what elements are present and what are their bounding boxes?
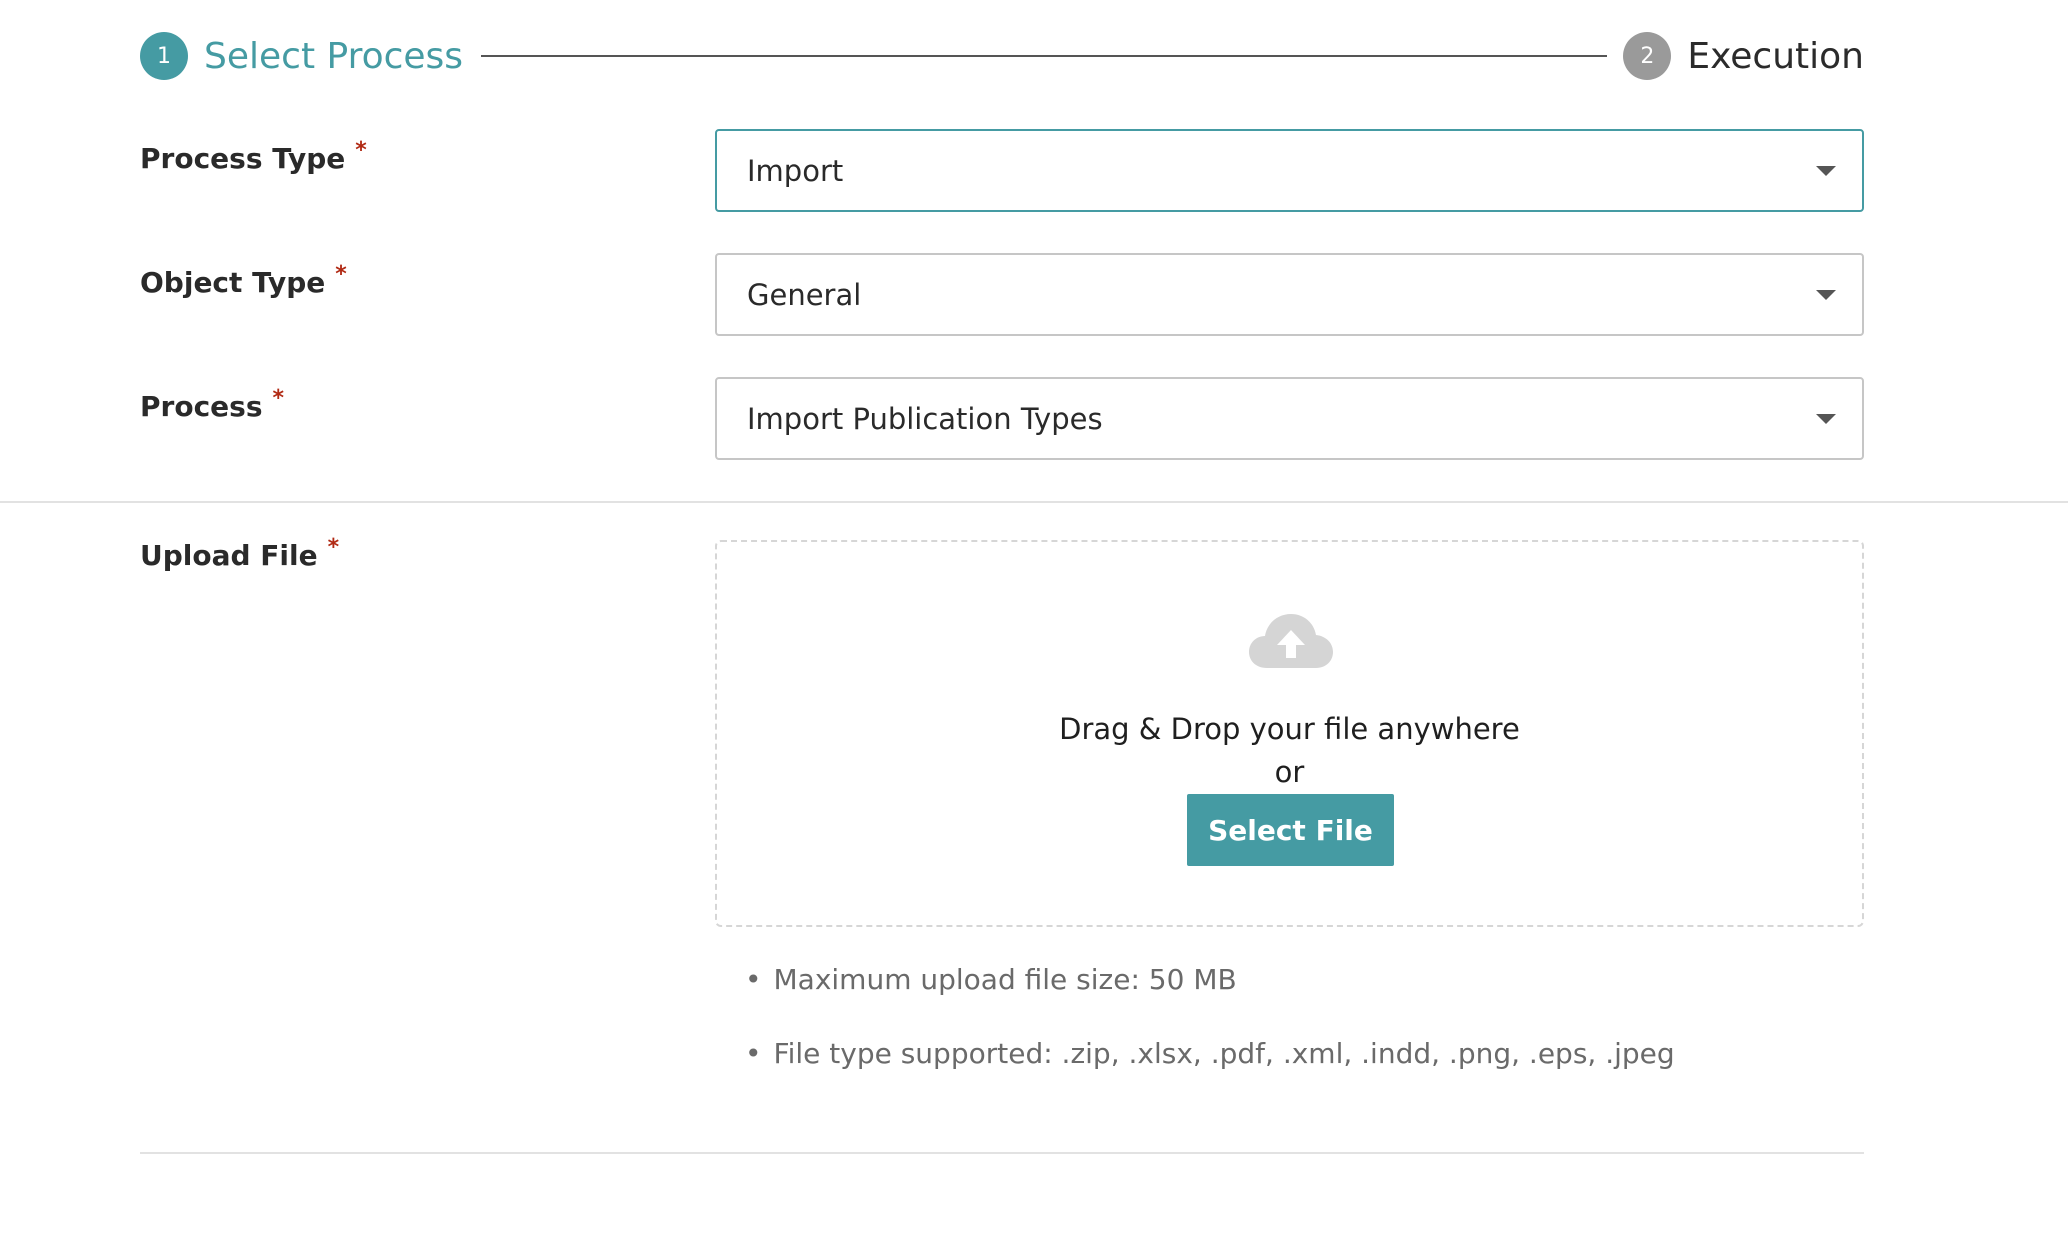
object-type-select[interactable]: General (715, 253, 1864, 336)
object-type-label-text: Object Type (140, 266, 326, 299)
file-types-hint: File type supported: .zip, .xlsx, .pdf, … (773, 1037, 1675, 1070)
required-marker: * (335, 262, 347, 287)
step-label: Execution (1687, 35, 1864, 77)
process-type-label-text: Process Type (140, 142, 346, 175)
process-label: Process * (140, 386, 284, 423)
upload-file-label: Upload File * (140, 535, 339, 572)
bullet: • (745, 963, 762, 996)
step-select-process[interactable]: 1 Select Process (140, 32, 463, 80)
process-type-select[interactable]: Import (715, 129, 1864, 212)
drop-instructions: Drag & Drop your file anywhere (1059, 712, 1520, 746)
process-type-label: Process Type * (140, 138, 367, 175)
chevron-down-icon (1816, 413, 1836, 424)
process-label-text: Process (140, 390, 263, 423)
chevron-down-icon (1816, 165, 1836, 176)
required-marker: * (355, 138, 367, 163)
list-item: • File type supported: .zip, .xlsx, .pdf,… (745, 1034, 1675, 1108)
bottom-divider (140, 1152, 1864, 1154)
step-number-badge: 1 (140, 32, 188, 80)
chevron-down-icon (1816, 289, 1836, 300)
stepper: 1 Select Process 2 Execution (140, 32, 1864, 80)
step-execution[interactable]: 2 Execution (1623, 32, 1864, 80)
process-value: Import Publication Types (747, 401, 1103, 436)
step-number-badge: 2 (1623, 32, 1672, 80)
process-select[interactable]: Import Publication Types (715, 377, 1864, 460)
max-size-hint: Maximum upload file size: 50 MB (773, 963, 1237, 996)
bullet: • (745, 1037, 762, 1070)
upload-hints: • Maximum upload file size: 50 MB • File t… (745, 960, 1675, 1108)
section-divider (0, 501, 2068, 503)
list-item: • Maximum upload file size: 50 MB (745, 960, 1675, 1034)
or-separator: or (1274, 755, 1305, 789)
select-file-button[interactable]: Select File (1187, 794, 1394, 866)
object-type-label: Object Type * (140, 262, 347, 299)
required-marker: * (327, 535, 340, 560)
stepper-connector-line (481, 55, 1608, 57)
object-type-value: General (747, 277, 862, 312)
required-marker: * (272, 386, 285, 411)
cloud-upload-icon (1249, 614, 1333, 668)
step-label: Select Process (204, 35, 464, 77)
process-type-value: Import (747, 153, 844, 188)
file-dropzone[interactable]: Drag & Drop your file anywhere or Select… (715, 540, 1864, 927)
upload-file-label-text: Upload File (140, 539, 318, 572)
